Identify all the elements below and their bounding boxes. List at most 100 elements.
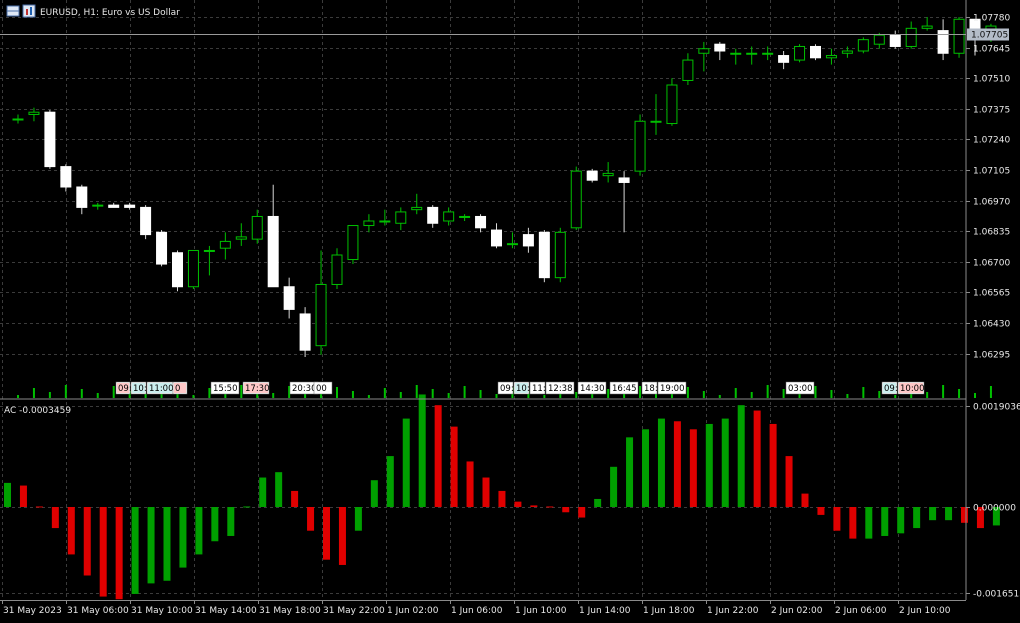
time-tick-label: 1 Jun 06:00 xyxy=(451,606,503,616)
candle xyxy=(921,17,933,31)
candle-body xyxy=(203,249,215,252)
time-tick-label: 31 May 14:00 xyxy=(195,606,257,616)
event-marker[interactable]: 09: xyxy=(881,381,898,395)
ac-bar xyxy=(642,429,649,507)
candle-body xyxy=(411,206,423,211)
candle xyxy=(108,202,120,208)
event-marker-label: 09: xyxy=(884,384,898,394)
event-marker[interactable]: 18: xyxy=(641,381,658,395)
ac-bar xyxy=(338,507,346,565)
candle xyxy=(395,207,407,231)
ac-bar xyxy=(83,507,91,576)
candle-body xyxy=(459,215,471,218)
ac-bar xyxy=(945,507,953,521)
candle xyxy=(905,21,917,49)
candle-body xyxy=(60,166,72,188)
chart-type-icon[interactable] xyxy=(22,4,36,18)
candle-body xyxy=(12,118,24,121)
candle xyxy=(857,37,869,54)
candle xyxy=(283,277,295,319)
candle xyxy=(172,250,183,292)
event-marker-label: 09: xyxy=(500,384,514,394)
chart-type-icon-bar-1 xyxy=(26,9,28,15)
candle-body xyxy=(730,52,742,55)
candle xyxy=(411,193,423,215)
event-marker-label: 14:30 xyxy=(580,384,605,394)
candle xyxy=(443,207,455,226)
time-tick-label: 1 Jun 02:00 xyxy=(387,606,439,616)
candle-body xyxy=(172,252,183,288)
time-axis[interactable]: 31 May 2023 31 May 06:00 31 May 10:00 31 Ma… xyxy=(0,600,966,616)
candle-body xyxy=(251,215,263,240)
chart-window[interactable]: 09: 10: 11:00 0 15:50 17:30 20:30 00 09: 10: 11: 12… xyxy=(0,0,1020,619)
event-marker[interactable]: 16:45 xyxy=(609,381,639,395)
event-marker-label: 12:38 xyxy=(548,384,573,394)
event-marker[interactable]: 00 xyxy=(313,381,333,395)
candle-body xyxy=(156,231,168,265)
candle-body xyxy=(267,215,279,288)
chart-canvas[interactable]: 09: 10: 11:00 0 15:50 17:30 20:30 00 09: 10: 11: 12… xyxy=(0,0,1020,619)
event-marker[interactable]: 11: xyxy=(529,381,546,395)
event-marker[interactable]: 15:50 xyxy=(210,381,240,395)
candle xyxy=(315,250,327,355)
current-price-label: 1.07705 xyxy=(971,31,1008,41)
candle xyxy=(427,205,439,228)
event-marker[interactable]: 14:30 xyxy=(577,381,607,395)
event-marker[interactable]: 09: xyxy=(115,381,132,395)
ac-bar xyxy=(562,507,570,513)
ac-bar xyxy=(737,405,745,507)
ac-bar xyxy=(913,507,921,529)
time-tick-label: 31 May 10:00 xyxy=(131,606,193,616)
event-marker[interactable]: 10: xyxy=(513,381,530,395)
event-marker[interactable]: 11:00 xyxy=(146,381,174,395)
candle xyxy=(140,205,152,240)
candle-body xyxy=(746,52,758,55)
candle-body xyxy=(586,170,598,181)
price-axis[interactable]: 1.07780 1.07645 1.07510 1.07375 1.07240 1.071… xyxy=(966,14,1010,361)
ac-bar xyxy=(498,490,506,507)
ac-bar xyxy=(705,423,713,507)
candle xyxy=(778,51,790,70)
ac-bar xyxy=(259,477,267,507)
event-marker[interactable]: 19:00 xyxy=(657,381,687,395)
ac-bar xyxy=(418,394,426,507)
ac-bar xyxy=(370,480,378,507)
event-marker[interactable]: 12:38 xyxy=(545,381,575,395)
candle-body xyxy=(650,120,662,123)
ac-bar xyxy=(865,507,873,539)
candle-body xyxy=(235,236,247,240)
candle-body xyxy=(522,234,534,247)
event-marker[interactable]: 09: xyxy=(497,381,514,395)
event-marker[interactable]: 17:30 xyxy=(242,381,270,395)
indicator-axis[interactable]: 0.0019036 0.000000 -0.0016513 xyxy=(966,403,1020,600)
ac-bar xyxy=(434,405,442,507)
event-marker[interactable]: 10:00 xyxy=(897,381,925,395)
event-marker-label: 16:45 xyxy=(612,384,637,394)
candle xyxy=(698,41,710,72)
candle-body xyxy=(873,34,885,45)
price-tick-label: 1.07240 xyxy=(973,136,1010,146)
ac-bar xyxy=(769,423,777,507)
event-marker[interactable]: 10: xyxy=(130,381,147,395)
ac-bar xyxy=(929,507,937,521)
candle xyxy=(60,164,72,192)
event-marker[interactable]: 03:00 xyxy=(785,381,815,395)
candle-body xyxy=(682,59,694,81)
candle xyxy=(586,168,598,183)
candle-body xyxy=(379,220,391,223)
candle xyxy=(347,225,359,265)
event-marker[interactable]: 0 xyxy=(172,381,188,395)
candle-body xyxy=(570,170,582,229)
candle-body xyxy=(44,111,56,168)
candle-body xyxy=(76,186,88,208)
time-tick-label: 1 Jun 18:00 xyxy=(643,606,695,616)
candle xyxy=(841,46,853,58)
candle xyxy=(491,223,502,249)
event-marker-label: 17:30 xyxy=(245,384,270,394)
ac-bar xyxy=(594,498,602,507)
ac-bar xyxy=(450,426,458,507)
candle xyxy=(44,109,56,169)
ac-bar xyxy=(657,418,665,507)
time-tick-label: 31 May 06:00 xyxy=(67,606,129,616)
ac-bar xyxy=(131,507,139,594)
